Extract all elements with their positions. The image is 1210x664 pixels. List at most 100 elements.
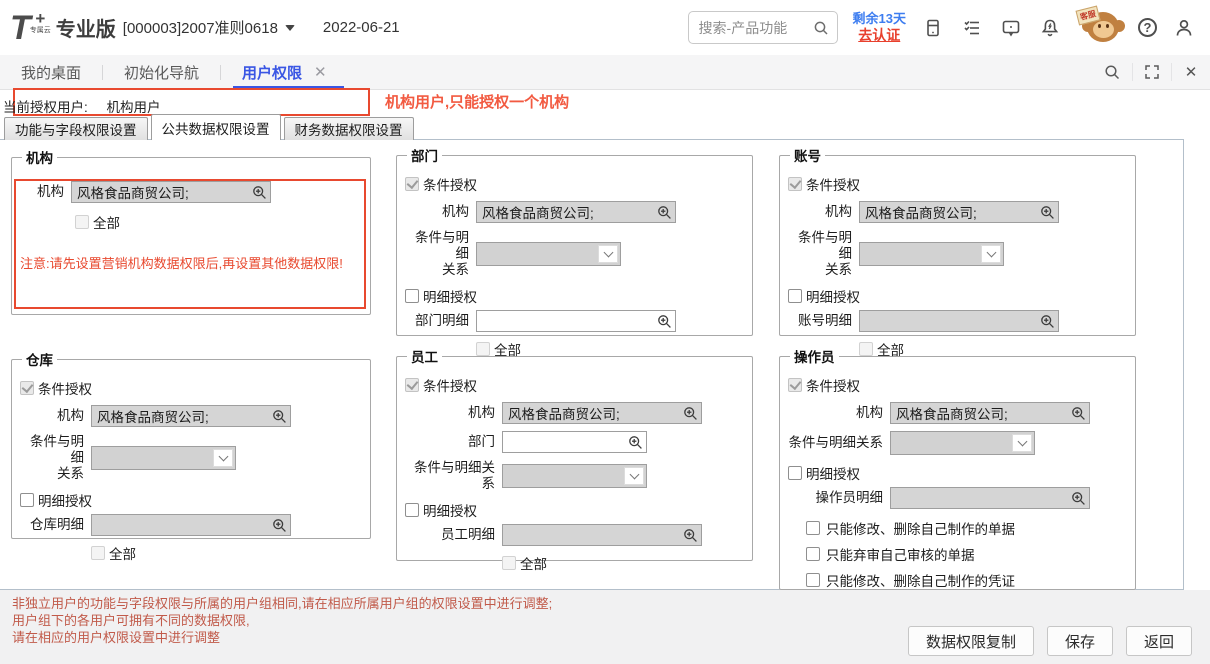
org-group-title: 机构 [22,147,57,167]
warehouse-org-field[interactable]: 风格食品商贸公司; [91,405,291,427]
dept-relation-select[interactable] [476,242,621,266]
tab-public-data-permissions[interactable]: 公共数据权限设置 [151,114,281,140]
task-list-icon[interactable] [960,16,984,40]
back-button[interactable]: 返回 [1126,626,1192,656]
tab-init-navigation[interactable]: 初始化导航 [103,55,220,89]
logo-plus: + [35,12,45,25]
warehouse-conditional-auth-checkbox[interactable] [20,381,34,395]
dept-conditional-auth-checkbox[interactable] [405,177,419,191]
warehouse-relation-select[interactable] [91,446,236,470]
operator-restriction-1-checkbox[interactable] [806,547,820,561]
warehouse-group-title: 仓库 [22,349,57,369]
zoom-search-icon[interactable] [626,433,644,451]
current-auth-user-value: 机构用户 [107,100,161,115]
org-field-label: 机构 [20,184,64,200]
operator-group-title: 操作员 [790,346,839,366]
zoom-search-icon[interactable] [681,526,699,544]
employee-detail-field[interactable] [502,524,702,546]
operator-restriction-0-checkbox[interactable] [806,521,820,535]
trial-status: 剩余13天 去认证 [853,11,906,45]
account-all-checkbox[interactable] [859,342,873,356]
operator-detail-auth-checkbox[interactable] [788,466,802,480]
copy-data-permission-button[interactable]: 数据权限复制 [908,626,1034,656]
chevron-down-icon [285,25,295,31]
operator-restriction-2-checkbox[interactable] [806,573,820,587]
tab-user-permissions[interactable]: 用户权限 ✕ [221,55,348,89]
operator-org-field[interactable]: 风格食品商贸公司; [890,402,1090,424]
dept-group-title: 部门 [407,145,442,165]
account-detail-auth-checkbox[interactable] [788,289,802,303]
support-mascot-icon[interactable]: 客服 [1077,8,1123,48]
zoom-search-icon[interactable] [1069,404,1087,422]
device-icon[interactable] [921,16,945,40]
zoom-search-icon[interactable] [1038,203,1056,221]
search-icon[interactable] [813,20,829,36]
auth-annotation-text: 机构用户,只能授权一个机构 [385,91,569,112]
dept-org-field[interactable]: 风格食品商贸公司; [476,201,676,223]
current-date: 2022-06-21 [323,19,400,36]
footer-notes: 非独立用户的功能与字段权限与所属的用户组相同,请在相应所属用户组的权限设置中进行… [12,595,552,646]
help-icon[interactable] [1138,18,1157,37]
warehouse-detail-auth-checkbox[interactable] [20,493,34,507]
operator-conditional-auth-checkbox[interactable] [788,378,802,392]
save-button[interactable]: 保存 [1047,626,1113,656]
employee-group-title: 员工 [407,346,442,366]
employee-conditional-auth-checkbox[interactable] [405,378,419,392]
account-org-field[interactable]: 风格食品商贸公司; [859,201,1059,223]
org-warning-note: 注意:请先设置营销机构数据权限后,再设置其他数据权限! [20,254,362,274]
employee-relation-select[interactable] [502,464,647,488]
employee-dept-field[interactable] [502,431,647,453]
chevron-down-icon [624,467,644,485]
account-name: [000003]2007准则0618 [123,17,278,38]
close-icon[interactable] [1171,63,1210,81]
app-logo: T + 专属云 [10,10,51,46]
top-bar: T + 专属云 专业版 [000003]2007准则0618 2022-06-2… [0,0,1210,55]
tab-close-icon[interactable]: ✕ [314,63,327,81]
org-field[interactable]: 风格食品商贸公司; [71,181,271,203]
warehouse-group: 仓库 条件授权 机构 风格食品商贸公司; 条件与明细 关系 [11,349,371,539]
org-all-checkbox[interactable] [75,215,89,229]
user-profile-icon[interactable] [1172,16,1196,40]
message-icon[interactable] [999,16,1023,40]
chevron-down-icon [213,449,233,467]
zoom-search-icon[interactable] [250,183,268,201]
notification-bell-icon[interactable] [1038,16,1062,40]
operator-relation-select[interactable] [890,431,1035,455]
logo-t: T [10,10,29,46]
zoom-search-icon[interactable] [655,312,673,330]
account-relation-select[interactable] [859,242,1004,266]
zoom-search-icon[interactable] [1038,312,1056,330]
zoom-search-icon[interactable] [681,404,699,422]
warehouse-all-checkbox[interactable] [91,546,105,560]
account-switcher[interactable]: [000003]2007准则0618 [123,17,295,38]
footer-note-line: 用户组下的各用户可拥有不同的数据权限, [12,612,552,629]
account-conditional-auth-checkbox[interactable] [788,177,802,191]
dept-detail-auth-checkbox[interactable] [405,289,419,303]
zoom-search-icon[interactable] [270,407,288,425]
chevron-down-icon [1012,434,1032,452]
tab-finance-data-permissions[interactable]: 财务数据权限设置 [284,117,414,140]
tab-function-field-permissions[interactable]: 功能与字段权限设置 [4,117,148,140]
employee-all-checkbox[interactable] [502,556,516,570]
warehouse-detail-field[interactable] [91,514,291,536]
dept-group: 部门 条件授权 机构 风格食品商贸公司; 条件与明细 关系 [396,145,753,336]
trial-days-remaining: 剩余13天 [853,11,906,27]
zoom-search-icon[interactable] [1069,489,1087,507]
account-group: 账号 条件授权 机构 风格食品商贸公司; 条件与明细 关系 [779,145,1136,336]
employee-org-field[interactable]: 风格食品商贸公司; [502,402,702,424]
dept-all-checkbox[interactable] [476,342,490,356]
operator-detail-field[interactable] [890,487,1090,509]
tab-search-icon[interactable] [1093,63,1132,81]
dept-detail-field[interactable] [476,310,676,332]
zoom-search-icon[interactable] [655,203,673,221]
zoom-search-icon[interactable] [270,516,288,534]
logo-subtitle: 专属云 [30,25,51,35]
product-search[interactable] [688,11,838,44]
account-detail-field[interactable] [859,310,1059,332]
account-group-title: 账号 [790,145,825,165]
fullscreen-icon[interactable] [1132,63,1171,81]
tab-my-desktop[interactable]: 我的桌面 [0,55,102,89]
search-input[interactable] [697,19,813,37]
employee-detail-auth-checkbox[interactable] [405,503,419,517]
certify-link[interactable]: 去认证 [853,27,906,45]
